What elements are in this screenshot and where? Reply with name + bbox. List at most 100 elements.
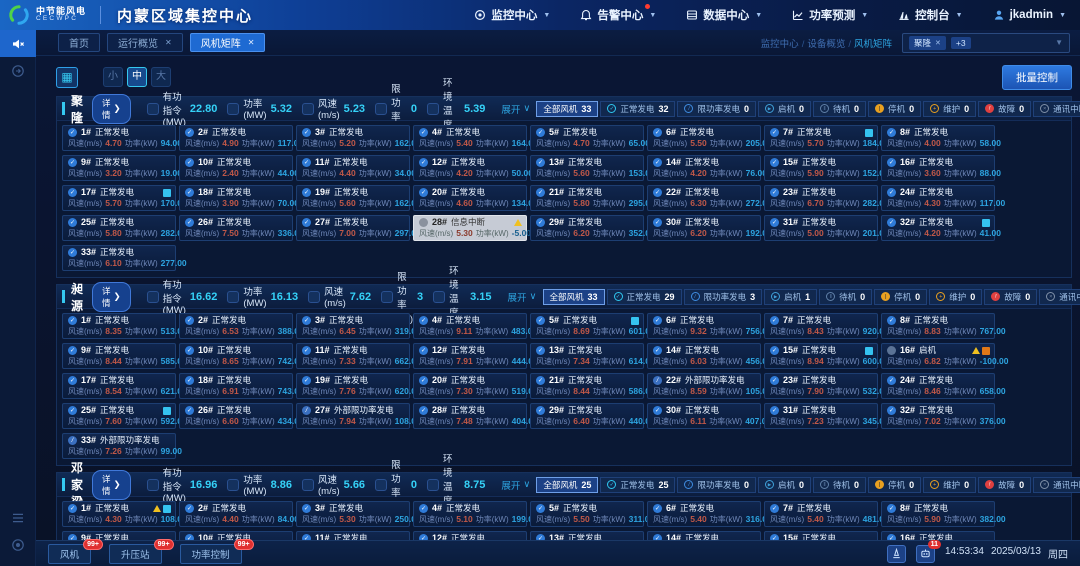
turbine-card[interactable]: 16# 启机 风速(m/s)6.82 功率(kW)-100.00 bbox=[881, 343, 995, 369]
mute-speaker-button[interactable] bbox=[0, 30, 36, 57]
filter-more-tag[interactable]: +3 bbox=[951, 37, 971, 49]
turbine-card[interactable]: 24# 正常发电 风速(m/s)8.46 功率(kW)658.00 bbox=[881, 373, 995, 399]
turbine-card[interactable]: 28# 信息中断 风速(m/s)5.30 功率(kW)-5.00 bbox=[413, 215, 527, 241]
turbine-card[interactable]: 23# 正常发电 风速(m/s)6.70 功率(kW)282.00 bbox=[764, 185, 878, 211]
device-list-button[interactable] bbox=[0, 504, 36, 531]
close-icon[interactable]: ✕ bbox=[165, 38, 172, 47]
status-filter-badge[interactable]: 待机 0 bbox=[813, 101, 866, 117]
turbine-card[interactable]: 29# 正常发电 风速(m/s)6.40 功率(kW)440.00 bbox=[530, 403, 644, 429]
breadcrumb-item[interactable]: 设备概览 bbox=[807, 39, 845, 50]
status-filter-badge[interactable]: 故障 0 bbox=[978, 101, 1031, 117]
size-small-button[interactable]: 小 bbox=[103, 67, 123, 87]
turbine-card[interactable]: 10# 正常发电 风速(m/s)8.65 功率(kW)742.00 bbox=[179, 343, 293, 369]
turbine-card[interactable]: 3# 正常发电 风速(m/s)6.45 功率(kW)319.00 bbox=[296, 313, 410, 339]
detail-button[interactable]: 详情❯ bbox=[92, 94, 131, 124]
turbine-card[interactable]: 7# 正常发电 风速(m/s)5.70 功率(kW)184.00 bbox=[764, 125, 878, 151]
status-filter-badge[interactable]: 全部风机 25 bbox=[536, 477, 598, 493]
nav-power-forecast[interactable]: 功率预测▼ bbox=[792, 7, 868, 23]
turbine-card[interactable]: 10# 正常发电 风速(m/s)2.40 功率(kW)44.00 bbox=[179, 155, 293, 181]
turbine-card[interactable]: 9# 正常发电 风速(m/s)8.44 功率(kW)585.00 bbox=[62, 343, 176, 369]
turbine-card[interactable]: 29# 正常发电 风速(m/s)6.20 功率(kW)352.00 bbox=[530, 215, 644, 241]
nav-data-center[interactable]: 数据中心▼ bbox=[686, 7, 762, 23]
status-filter-badge[interactable]: 维护 0 bbox=[929, 289, 982, 305]
turbine-card[interactable]: 20# 正常发电 风速(m/s)4.60 功率(kW)134.00 bbox=[413, 185, 527, 211]
turbine-card[interactable]: 14# 正常发电 风速(m/s)6.03 功率(kW)456.00 bbox=[647, 343, 761, 369]
turbine-card[interactable]: 13# 正常发电 风速(m/s)5.60 功率(kW)153.00 bbox=[530, 155, 644, 181]
turbine-card[interactable]: 5# 正常发电 风速(m/s)5.50 功率(kW)311.00 bbox=[530, 501, 644, 527]
status-filter-badge[interactable]: 故障 0 bbox=[978, 477, 1031, 493]
turbine-card[interactable]: 8# 正常发电 风速(m/s)4.00 功率(kW)58.00 bbox=[881, 125, 995, 151]
turbine-card[interactable]: 24# 正常发电 风速(m/s)4.30 功率(kW)117.00 bbox=[881, 185, 995, 211]
status-filter-badge[interactable]: 启机 1 bbox=[764, 289, 817, 305]
turbine-card[interactable]: 28# 正常发电 风速(m/s)7.48 功率(kW)404.00 bbox=[413, 403, 527, 429]
turbine-card[interactable]: 8# 正常发电 风速(m/s)8.83 功率(kW)767.00 bbox=[881, 313, 995, 339]
nav-console[interactable]: 控制台▼ bbox=[898, 7, 962, 23]
turbine-card[interactable]: 30# 正常发电 风速(m/s)6.20 功率(kW)192.00 bbox=[647, 215, 761, 241]
status-filter-badge[interactable]: 待机 0 bbox=[819, 289, 872, 305]
turbine-card[interactable]: 12# 正常发电 风速(m/s)4.20 功率(kW)50.00 bbox=[413, 155, 527, 181]
message-center-button[interactable]: 11 bbox=[916, 545, 935, 563]
filter-tag[interactable]: 聚隆✕ bbox=[909, 36, 946, 50]
farm-filter-select[interactable]: 聚隆✕ +3 ▼ bbox=[902, 33, 1070, 53]
close-icon[interactable]: ✕ bbox=[248, 38, 255, 47]
turbine-card[interactable]: 31# 正常发电 风速(m/s)7.23 功率(kW)345.00 bbox=[764, 403, 878, 429]
status-filter-badge[interactable]: 启机 0 bbox=[758, 477, 811, 493]
turbine-card[interactable]: 13# 正常发电 风速(m/s)7.34 功率(kW)614.00 bbox=[530, 343, 644, 369]
turbine-card[interactable]: 9# 正常发电 风速(m/s)3.20 功率(kW)19.00 bbox=[62, 155, 176, 181]
status-filter-badge[interactable]: 限功率发电 3 bbox=[684, 289, 763, 305]
turbine-card[interactable]: 15# 正常发电 风速(m/s)8.94 功率(kW)600.00 bbox=[764, 343, 878, 369]
nav-user-menu[interactable]: jkadmin▼ bbox=[993, 9, 1066, 21]
turbine-card[interactable]: 27# 外部限功率发电 风速(m/s)7.94 功率(kW)108.00 bbox=[296, 403, 410, 429]
turbine-card[interactable]: 7# 正常发电 风速(m/s)5.40 功率(kW)481.00 bbox=[764, 501, 878, 527]
turbine-card[interactable]: 32# 正常发电 风速(m/s)7.02 功率(kW)376.00 bbox=[881, 403, 995, 429]
turbine-card[interactable]: 18# 正常发电 风速(m/s)6.91 功率(kW)743.00 bbox=[179, 373, 293, 399]
expand-link[interactable]: 展开∨ bbox=[501, 478, 530, 492]
turbine-card[interactable]: 26# 正常发电 风速(m/s)6.60 功率(kW)434.00 bbox=[179, 403, 293, 429]
turbine-card[interactable]: 2# 正常发电 风速(m/s)4.90 功率(kW)117.00 bbox=[179, 125, 293, 151]
status-filter-badge[interactable]: 正常发电 29 bbox=[607, 289, 682, 305]
turbine-card[interactable]: 3# 正常发电 风速(m/s)5.30 功率(kW)250.00 bbox=[296, 501, 410, 527]
footer-turbine-button[interactable]: 风机99+ bbox=[48, 544, 91, 564]
turbine-card[interactable]: 6# 正常发电 风速(m/s)5.40 功率(kW)316.00 bbox=[647, 501, 761, 527]
close-icon[interactable]: ✕ bbox=[935, 39, 941, 47]
detail-button[interactable]: 详情❯ bbox=[92, 470, 131, 500]
status-filter-badge[interactable]: 通讯中断 0 bbox=[1039, 289, 1080, 305]
status-filter-badge[interactable]: 正常发电 32 bbox=[600, 101, 675, 117]
status-filter-badge[interactable]: 停机 0 bbox=[868, 101, 921, 117]
turbine-card[interactable]: 21# 正常发电 风速(m/s)8.44 功率(kW)586.00 bbox=[530, 373, 644, 399]
turbine-card[interactable]: 3# 正常发电 风速(m/s)5.20 功率(kW)162.00 bbox=[296, 125, 410, 151]
turbine-card[interactable]: 25# 正常发电 风速(m/s)7.60 功率(kW)592.00 bbox=[62, 403, 176, 429]
turbine-card[interactable]: 4# 正常发电 风速(m/s)5.10 功率(kW)199.00 bbox=[413, 501, 527, 527]
nav-monitor-center[interactable]: 监控中心▼ bbox=[474, 7, 550, 23]
tower-status-button[interactable] bbox=[887, 545, 906, 563]
tab-home[interactable]: 首页 bbox=[58, 33, 100, 52]
turbine-card[interactable]: 19# 正常发电 风速(m/s)5.60 功率(kW)162.00 bbox=[296, 185, 410, 211]
turbine-card[interactable]: 26# 正常发电 风速(m/s)7.50 功率(kW)336.00 bbox=[179, 215, 293, 241]
breadcrumb-item[interactable]: 监控中心 bbox=[761, 39, 799, 50]
turbine-card[interactable]: 21# 正常发电 风速(m/s)5.80 功率(kW)295.00 bbox=[530, 185, 644, 211]
turbine-card[interactable]: 2# 正常发电 风速(m/s)4.40 功率(kW)84.00 bbox=[179, 501, 293, 527]
turbine-card[interactable]: 27# 正常发电 风速(m/s)7.00 功率(kW)297.00 bbox=[296, 215, 410, 241]
turbine-card[interactable]: 4# 正常发电 风速(m/s)5.40 功率(kW)164.00 bbox=[413, 125, 527, 151]
turbine-card[interactable]: 12# 正常发电 风速(m/s)7.91 功率(kW)444.00 bbox=[413, 343, 527, 369]
status-filter-badge[interactable]: 维护 0 bbox=[923, 477, 976, 493]
turbine-card[interactable]: 5# 正常发电 风速(m/s)8.69 功率(kW)601.00 bbox=[530, 313, 644, 339]
status-filter-badge[interactable]: 待机 0 bbox=[813, 477, 866, 493]
nav-alarm-center[interactable]: 告警中心 ▼ bbox=[580, 7, 656, 23]
status-filter-badge[interactable]: 正常发电 25 bbox=[600, 477, 675, 493]
status-filter-badge[interactable]: 限功率发电 0 bbox=[677, 477, 756, 493]
turbine-card[interactable]: 4# 正常发电 风速(m/s)9.11 功率(kW)483.00 bbox=[413, 313, 527, 339]
turbine-card[interactable]: 1# 正常发电 风速(m/s)4.70 功率(kW)94.00 bbox=[62, 125, 176, 151]
status-filter-badge[interactable]: 通讯中断 1 bbox=[1033, 101, 1080, 117]
footer-substation-button[interactable]: 升压站99+ bbox=[109, 544, 162, 564]
status-filter-badge[interactable]: 停机 0 bbox=[868, 477, 921, 493]
status-filter-badge[interactable]: 维护 0 bbox=[923, 101, 976, 117]
detail-button[interactable]: 详情❯ bbox=[92, 282, 131, 312]
turbine-card[interactable]: 1# 正常发电 风速(m/s)8.35 功率(kW)513.00 bbox=[62, 313, 176, 339]
batch-control-button[interactable]: 批量控制 bbox=[1002, 65, 1072, 90]
turbine-card[interactable]: 23# 正常发电 风速(m/s)7.90 功率(kW)532.00 bbox=[764, 373, 878, 399]
turbine-card[interactable]: 32# 正常发电 风速(m/s)4.20 功率(kW)41.00 bbox=[881, 215, 995, 241]
tab-turbine-matrix[interactable]: 风机矩阵✕ bbox=[190, 33, 266, 52]
status-filter-badge[interactable]: 通讯中断 0 bbox=[1033, 477, 1080, 493]
expand-link[interactable]: 展开∨ bbox=[501, 102, 530, 116]
